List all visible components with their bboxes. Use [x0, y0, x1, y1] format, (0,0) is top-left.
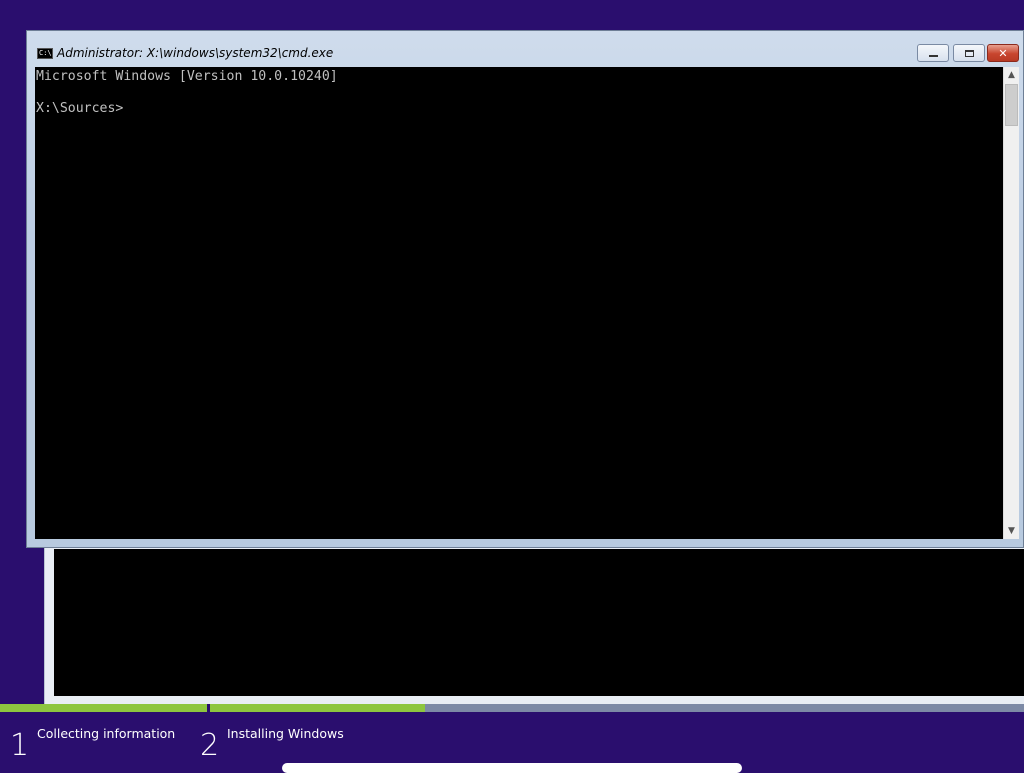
progress-step-2-fill: [210, 704, 425, 712]
background-console-window: ⌄: [44, 540, 1024, 705]
cmd-window[interactable]: Administrator: X:\windows\system32\cmd.e…: [26, 30, 1024, 548]
window-title: Administrator: X:\windows\system32\cmd.e…: [57, 46, 334, 60]
console-line: Microsoft Windows [Version 10.0.10240]: [36, 69, 338, 84]
vertical-scrollbar[interactable]: ▲ ▼: [1003, 67, 1019, 539]
cmd-icon: [37, 48, 53, 59]
chevron-down-icon[interactable]: ▼: [1004, 523, 1019, 539]
title-bar[interactable]: Administrator: X:\windows\system32\cmd.e…: [27, 31, 1023, 67]
console-line: ​: [36, 85, 1002, 101]
step-number: 2: [200, 728, 220, 763]
step-label: Installing Windows: [227, 726, 344, 741]
minimize-button[interactable]: [917, 44, 949, 62]
step-label: Collecting information: [37, 726, 176, 741]
chevron-up-icon[interactable]: ▲: [1004, 67, 1019, 83]
close-icon: ✕: [998, 46, 1008, 60]
maximize-icon: [964, 49, 974, 57]
console-output[interactable]: Microsoft Windows [Version 10.0.10240]​X…: [35, 67, 1003, 539]
progress-step-1-fill: [0, 704, 207, 712]
scroll-thumb[interactable]: [1005, 84, 1018, 126]
setup-dialog-edge: [282, 763, 742, 773]
setup-progress-bar: [0, 704, 1024, 712]
minimize-icon: [928, 55, 938, 57]
console-prompt[interactable]: X:\Sources>: [36, 101, 1002, 117]
close-button[interactable]: ✕: [987, 44, 1019, 62]
step-number: 1: [10, 728, 30, 763]
maximize-button[interactable]: [953, 44, 985, 62]
background-console-area: [54, 549, 1024, 696]
